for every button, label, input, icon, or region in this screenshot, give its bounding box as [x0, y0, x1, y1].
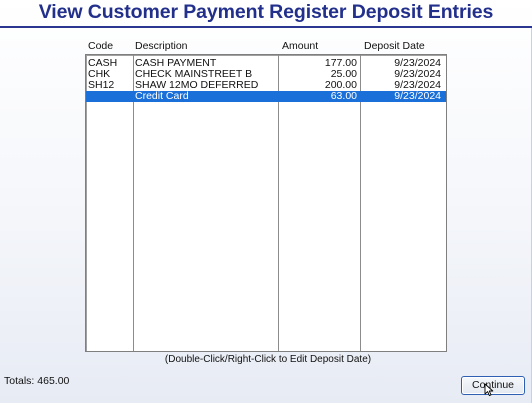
cell-code: CHK [88, 69, 111, 80]
mouse-pointer-icon [484, 383, 494, 397]
table-row[interactable]: CASH CASH PAYMENT 177.00 9/23/2024 [86, 58, 446, 69]
table-row[interactable]: SH12 SHAW 12MO DEFERRED 200.00 9/23/2024 [86, 80, 446, 91]
column-header-deposit-date[interactable]: Deposit Date [364, 40, 425, 53]
table-row[interactable]: CHK CHECK MAINSTREET B 25.00 9/23/2024 [86, 69, 446, 80]
page-title: View Customer Payment Register Deposit E… [38, 1, 494, 23]
edit-hint: (Double-Click/Right-Click to Edit Deposi… [164, 354, 372, 365]
column-header-description[interactable]: Description [135, 40, 188, 53]
cell-deposit-date[interactable]: 9/23/2024 [363, 69, 441, 80]
cell-description: Credit Card [135, 91, 189, 102]
cell-deposit-date[interactable]: 9/23/2024 [363, 80, 441, 91]
totals-label: Totals: 465.00 [4, 375, 70, 387]
cell-deposit-date[interactable]: 9/23/2024 [363, 91, 441, 102]
column-header-code[interactable]: Code [88, 40, 113, 53]
deposit-entries-table[interactable]: CASH CASH PAYMENT 177.00 9/23/2024 CHK C… [85, 54, 447, 352]
cell-description: CASH PAYMENT [135, 58, 217, 69]
cell-amount: 177.00 [324, 58, 357, 69]
cell-amount: 200.00 [324, 80, 357, 91]
table-row-selected[interactable]: Credit Card 63.00 9/23/2024 [86, 91, 446, 102]
cell-code: CASH [88, 58, 118, 69]
title-divider [0, 26, 532, 28]
cell-description: SHAW 12MO DEFERRED [135, 80, 259, 91]
cell-amount: 63.00 [330, 91, 357, 102]
cell-code: SH12 [88, 80, 115, 91]
cell-amount: 25.00 [330, 69, 357, 80]
cell-description: CHECK MAINSTREET B [135, 69, 253, 80]
cell-deposit-date[interactable]: 9/23/2024 [363, 58, 441, 69]
column-header-amount[interactable]: Amount [282, 40, 318, 53]
